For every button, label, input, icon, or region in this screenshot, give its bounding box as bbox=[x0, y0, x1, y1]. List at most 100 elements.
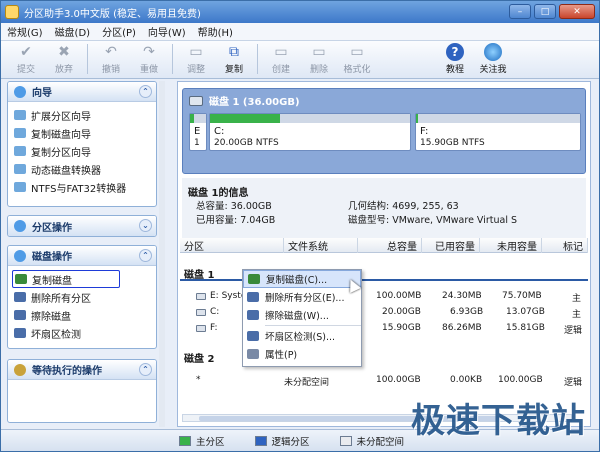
apply-button[interactable]: ✔ 提交 bbox=[7, 41, 45, 77]
properties-icon bbox=[247, 349, 259, 359]
close-button[interactable]: ✕ bbox=[559, 4, 595, 19]
wipe-disk-icon bbox=[247, 310, 259, 320]
disk-ops-header[interactable]: 磁盘操作 ⌃ bbox=[8, 246, 156, 266]
cell-partition: F: bbox=[210, 323, 218, 333]
window-title: 分区助手3.0中文版 (稳定、易用且免费) bbox=[24, 8, 201, 20]
create-icon: ▭ bbox=[274, 44, 288, 60]
sidebar-item-wipe-disk[interactable]: 擦除磁盘 bbox=[14, 306, 156, 324]
legend-logical: 逻辑分区 bbox=[254, 434, 310, 448]
format-button[interactable]: ▭ 格式化 bbox=[338, 41, 376, 77]
resize-button[interactable]: ▭ 调整 bbox=[177, 41, 215, 77]
sidebar-item-copy-disk[interactable]: 复制磁盘 bbox=[12, 270, 120, 288]
format-icon: ▭ bbox=[350, 44, 364, 60]
partition-letter: C: bbox=[214, 126, 225, 137]
menu-partition[interactable]: 分区(P) bbox=[102, 24, 136, 39]
sidebar-item-delete-all[interactable]: 删除所有分区 bbox=[14, 288, 156, 306]
context-menu: 复制磁盘(C)... 删除所有分区(E)... 擦除磁盘(W)... 坏扇区检测… bbox=[242, 269, 362, 367]
partition-block-f[interactable]: F: 15.90GB NTFS bbox=[415, 113, 581, 151]
partition-info: 15.90GB NTFS bbox=[420, 138, 485, 148]
ctx-label: 删除所有分区(E)... bbox=[265, 293, 345, 304]
table-row[interactable]: * 未分配空间 100.00GB 0.00KB 100.00GB 逻辑 bbox=[180, 374, 588, 388]
sidebar-item-label: 复制磁盘向导 bbox=[31, 129, 91, 141]
pending-icon bbox=[14, 363, 26, 376]
cell-partition: * bbox=[196, 375, 201, 385]
cell-partition: E: Syste bbox=[210, 291, 247, 301]
wizard-panel-header[interactable]: 向导 ⌃ bbox=[8, 82, 156, 102]
delete-button[interactable]: ▭ 删除 bbox=[300, 41, 338, 77]
col-free[interactable]: 未用容量 bbox=[480, 238, 542, 253]
col-flag[interactable]: 标记 bbox=[542, 238, 588, 253]
cell-total: 20.00GB bbox=[382, 307, 421, 317]
toolbar-separator bbox=[257, 44, 258, 74]
group-disk2[interactable]: 磁盘 2 bbox=[184, 350, 214, 365]
partition-ops-panel: 分区操作 ⌄ bbox=[7, 215, 157, 237]
app-window: 分区助手3.0中文版 (稳定、易用且免费) – □ ✕ 常规(G) 磁盘(D) … bbox=[0, 0, 600, 452]
partition-icon bbox=[196, 309, 206, 316]
minimize-button[interactable]: – bbox=[509, 4, 531, 19]
sidebar-scrollbar[interactable] bbox=[159, 81, 165, 427]
menu-disk[interactable]: 磁盘(D) bbox=[55, 24, 91, 39]
sidebar-item-copy-partition-wizard[interactable]: 复制分区向导 bbox=[14, 142, 156, 160]
ctx-properties[interactable]: 属性(P) bbox=[243, 345, 361, 363]
sidebar-item-extend-wizard[interactable]: 扩展分区向导 bbox=[14, 106, 156, 124]
sidebar: 向导 ⌃ 扩展分区向导 复制磁盘向导 复制分区向导 动态磁盘转换器 NTFS与F… bbox=[7, 81, 165, 427]
wipe-disk-icon bbox=[14, 310, 26, 320]
legend-label: 逻辑分区 bbox=[271, 436, 310, 448]
cell-used: 24.30MB bbox=[442, 291, 482, 301]
partition-usage-fill bbox=[416, 114, 418, 123]
sidebar-item-dynamic-disk[interactable]: 动态磁盘转换器 bbox=[14, 160, 156, 178]
expand-icon[interactable]: ⌄ bbox=[139, 219, 152, 232]
legend-unallocated: 未分配空间 bbox=[339, 434, 404, 448]
partition-usage-fill bbox=[210, 114, 280, 123]
col-total[interactable]: 总容量 bbox=[358, 238, 422, 253]
undo-button[interactable]: ↶ 撤销 bbox=[92, 41, 130, 77]
menu-wizard[interactable]: 向导(W) bbox=[148, 24, 186, 39]
resize-icon: ▭ bbox=[189, 44, 203, 60]
wizard-icon bbox=[14, 85, 26, 98]
cell-partition: C: bbox=[210, 307, 220, 317]
sidebar-item-label: 擦除磁盘 bbox=[31, 311, 71, 323]
collapse-icon[interactable]: ⌃ bbox=[139, 249, 152, 262]
ctx-bad-sector[interactable]: 坏扇区检测(S)... bbox=[243, 327, 361, 345]
toolbar: ✔ 提交 ✖ 放弃 ↶ 撤销 ↷ 重做 ▭ 调整 ⧉ 复制 ▭ 创建 ▭ 删除 ▭ 格式化 ? 教程… bbox=[1, 41, 599, 79]
ctx-copy-disk[interactable]: 复制磁盘(C)... bbox=[243, 270, 361, 288]
col-partition[interactable]: 分区 bbox=[180, 238, 284, 253]
discard-button[interactable]: ✖ 放弃 bbox=[45, 41, 83, 77]
col-filesystem[interactable]: 文件系统 bbox=[284, 238, 358, 253]
ctx-label: 复制磁盘(C)... bbox=[266, 275, 328, 286]
legend-primary: 主分区 bbox=[179, 434, 225, 448]
ctx-separator bbox=[265, 325, 361, 326]
ctx-delete-all[interactable]: 删除所有分区(E)... bbox=[243, 288, 361, 306]
menu-general[interactable]: 常规(G) bbox=[7, 24, 43, 39]
tutorial-button[interactable]: ? 教程 bbox=[436, 41, 474, 77]
maximize-button[interactable]: □ bbox=[534, 4, 556, 19]
cell-free: 15.81GB bbox=[506, 323, 545, 333]
copy-button[interactable]: ⧉ 复制 bbox=[215, 41, 253, 77]
partition-block-c[interactable]: C: 20.00GB NTFS bbox=[209, 113, 411, 151]
ctx-wipe-disk[interactable]: 擦除磁盘(W)... bbox=[243, 306, 361, 324]
primary-swatch bbox=[179, 435, 191, 446]
disk-ops-icon bbox=[14, 249, 26, 262]
collapse-icon[interactable]: ⌃ bbox=[139, 363, 152, 376]
col-used[interactable]: 已用容量 bbox=[422, 238, 480, 253]
copy-disk-icon bbox=[15, 274, 27, 284]
follow-button[interactable]: 关注我 bbox=[474, 41, 512, 77]
sidebar-item-ntfs-fat32[interactable]: NTFS与FAT32转换器 bbox=[14, 178, 156, 196]
disk-used-capacity: 已用容量: 7.04GB bbox=[196, 215, 276, 226]
pending-ops-header[interactable]: 等待执行的操作 ⌃ bbox=[8, 360, 156, 380]
main-panel: 磁盘 1 (36.00GB) E 1 C: 20.00GB NTFS F: 15… bbox=[177, 81, 591, 427]
partition-info: 1 bbox=[194, 138, 200, 148]
sidebar-item-bad-sector[interactable]: 坏扇区检测 bbox=[14, 324, 156, 342]
cell-free: 13.07GB bbox=[506, 307, 545, 317]
sidebar-item-copy-disk-wizard[interactable]: 复制磁盘向导 bbox=[14, 124, 156, 142]
legend-label: 主分区 bbox=[196, 436, 225, 448]
sidebar-item-label: 复制磁盘 bbox=[32, 275, 72, 287]
partition-block-e[interactable]: E 1 bbox=[189, 113, 207, 151]
redo-button[interactable]: ↷ 重做 bbox=[130, 41, 168, 77]
partition-letter: E bbox=[194, 126, 201, 137]
collapse-icon[interactable]: ⌃ bbox=[139, 85, 152, 98]
partition-ops-header[interactable]: 分区操作 ⌄ bbox=[8, 216, 156, 236]
create-button[interactable]: ▭ 创建 bbox=[262, 41, 300, 77]
cell-flag: 主 bbox=[572, 294, 582, 304]
menu-help[interactable]: 帮助(H) bbox=[198, 24, 233, 39]
